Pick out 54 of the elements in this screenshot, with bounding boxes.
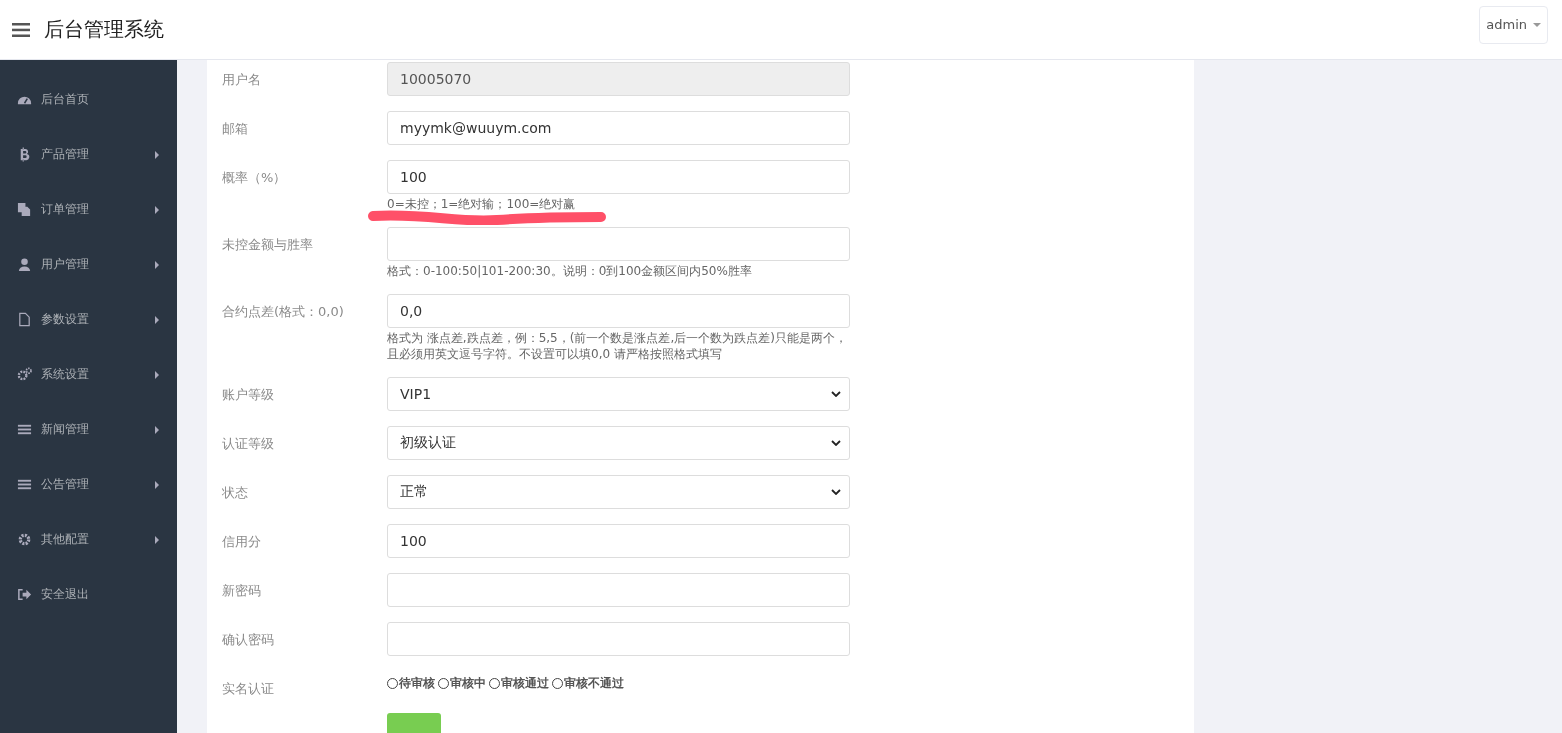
field-hint: 格式为 涨点差,跌点差，例：5,5，(前一个数是涨点差,后一个数为跌点差)只能是两个，且必须用英文逗号字符。不设置可以填0,0 请严格按照格式填写 bbox=[387, 330, 848, 362]
menu-icon[interactable] bbox=[12, 22, 30, 37]
field-label: 合约点差(格式：0,0) bbox=[222, 303, 345, 321]
sidebar-item[interactable]: 公告管理 bbox=[0, 457, 177, 512]
sidebar-item[interactable]: 订单管理 bbox=[0, 182, 177, 237]
file-icon bbox=[17, 312, 32, 327]
chevron-icon bbox=[831, 440, 841, 446]
field-label: 用户名 bbox=[222, 71, 262, 89]
sidebar-item[interactable]: 产品管理 bbox=[0, 127, 177, 182]
sidebar-item[interactable]: 后台首页 bbox=[0, 72, 177, 127]
radio-option[interactable]: 审核中 bbox=[438, 675, 486, 692]
sign-out-icon bbox=[17, 587, 32, 602]
input-field[interactable] bbox=[387, 573, 850, 607]
caret-icon bbox=[1533, 22, 1541, 27]
field-label: 概率（%） bbox=[222, 169, 288, 187]
field-label: 认证等级 bbox=[222, 435, 275, 453]
field-label: 邮箱 bbox=[222, 120, 249, 138]
chevron-icon bbox=[831, 391, 841, 397]
field-label: 状态 bbox=[222, 484, 249, 502]
field-label: 账户等级 bbox=[222, 386, 275, 404]
input-field[interactable]: 100 bbox=[387, 160, 850, 194]
select-field[interactable]: VIP1 bbox=[387, 377, 850, 411]
chevron-icon bbox=[831, 489, 841, 495]
sidebar-item[interactable]: 参数设置 bbox=[0, 292, 177, 347]
field-label: 新密码 bbox=[222, 582, 262, 600]
sidebar-item[interactable]: 系统设置 bbox=[0, 347, 177, 402]
list-icon bbox=[17, 477, 32, 492]
radio-option[interactable]: 审核通过 bbox=[489, 675, 549, 692]
field-label: 实名认证 bbox=[222, 680, 275, 698]
select-field[interactable]: 初级认证 bbox=[387, 426, 850, 460]
field-hint: 0=未控；1=绝对输；100=绝对赢 bbox=[387, 196, 577, 212]
sidebar-item[interactable]: 新闻管理 bbox=[0, 402, 177, 457]
input-field[interactable]: myymk@wuuym.com bbox=[387, 111, 850, 145]
radio-option[interactable]: 审核不通过 bbox=[552, 675, 624, 692]
sidebar-item[interactable]: 用户管理 bbox=[0, 237, 177, 292]
sidebar-item[interactable]: 其他配置 bbox=[0, 512, 177, 567]
field-label: 信用分 bbox=[222, 533, 262, 551]
sidebar-item[interactable]: 安全退出 bbox=[0, 567, 177, 622]
user-menu[interactable]: admin bbox=[1479, 5, 1548, 44]
list-icon bbox=[17, 422, 32, 437]
input-field[interactable] bbox=[387, 227, 850, 261]
field-hint: 格式：0-100:50|101-200:30。说明：0到100金额区间内50%胜率 bbox=[387, 263, 753, 279]
field-label: 确认密码 bbox=[222, 631, 275, 649]
app-title: 后台管理系统 bbox=[44, 16, 164, 43]
input-field[interactable] bbox=[387, 622, 850, 656]
gears-icon bbox=[17, 367, 32, 382]
user-icon bbox=[17, 257, 32, 272]
select-field[interactable]: 正常 bbox=[387, 475, 850, 509]
files-icon bbox=[17, 202, 32, 217]
radio-option[interactable]: 待审核 bbox=[387, 675, 435, 692]
gear-icon bbox=[17, 532, 32, 547]
field-label: 未控金额与胜率 bbox=[222, 236, 314, 254]
input-field[interactable]: 0,0 bbox=[387, 294, 850, 328]
input-field[interactable]: 100 bbox=[387, 524, 850, 558]
